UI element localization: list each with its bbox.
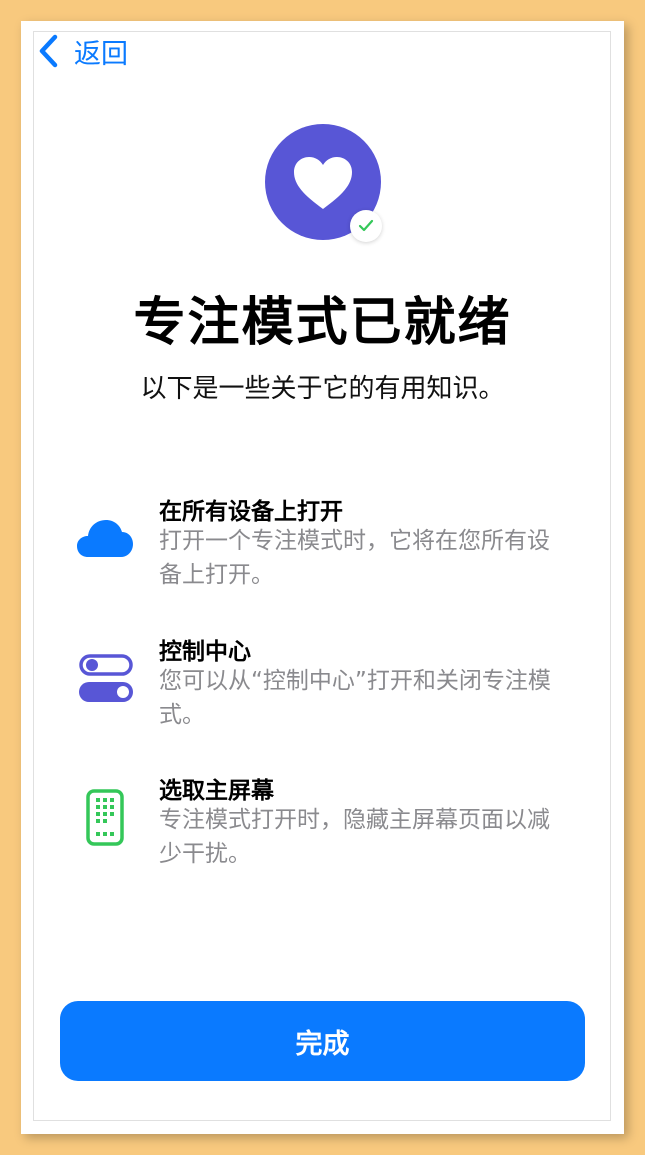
cloud-icon <box>77 520 133 557</box>
done-button[interactable]: 完成 <box>60 1001 585 1081</box>
toggle-switches-icon <box>79 654 133 702</box>
page-subtitle: 以下是一些关于它的有用知识。 <box>140 374 505 404</box>
feature-title: 在所有设备上打开 <box>159 499 343 525</box>
page-title: 专注模式已就绪 <box>133 293 512 353</box>
back-label: 返回 <box>74 38 128 70</box>
back-button[interactable]: 返回 <box>36 32 128 70</box>
chevron-left-icon <box>39 34 58 68</box>
feature-description: 您可以从“控制中心”打开和关闭专注模式。 <box>159 668 551 728</box>
heart-icon <box>294 157 352 209</box>
checkmark-icon <box>358 219 374 232</box>
feature-title: 选取主屏幕 <box>159 778 274 804</box>
check-badge <box>350 210 382 242</box>
home-screen-icon <box>86 789 124 846</box>
feature-title: 控制中心 <box>159 639 251 665</box>
feature-description: 打开一个专注模式时，它将在您所有设备上打开。 <box>159 528 550 588</box>
feature-description: 专注模式打开时，隐藏主屏幕页面以减少干扰。 <box>159 807 550 867</box>
